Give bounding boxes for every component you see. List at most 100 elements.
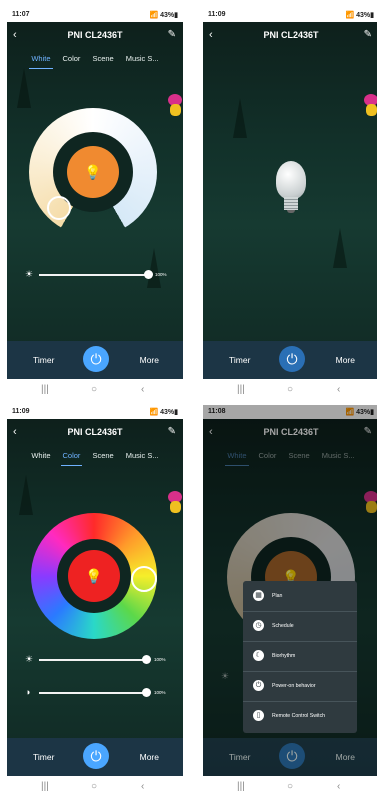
menu-item-power-on-behavior[interactable]: ⏻ Power-on behavior: [243, 671, 357, 702]
system-nav-bar: ||| ○ ‹: [7, 776, 183, 799]
power-icon[interactable]: ⏻: [279, 346, 305, 372]
more-menu: ▦ Plan ◷ Schedule ☾ Biorhythm ⏻ Power-on…: [243, 581, 357, 733]
power-on-icon: ⏻: [253, 680, 264, 691]
mascot-icon[interactable]: [361, 94, 377, 116]
more-button[interactable]: More: [140, 752, 159, 762]
timer-button[interactable]: Timer: [229, 752, 250, 762]
chevron-left-icon[interactable]: ‹: [13, 421, 17, 443]
mascot-icon[interactable]: [165, 94, 183, 116]
power-icon[interactable]: ⏻: [279, 743, 305, 769]
status-time: 11:09: [208, 11, 226, 18]
brightness-slider[interactable]: [39, 274, 149, 276]
more-button[interactable]: More: [140, 355, 159, 365]
edit-icon[interactable]: ✎: [168, 24, 176, 46]
back-icon[interactable]: ‹: [141, 384, 144, 395]
phone-screen-white: 11:07 📶 43%▮ ‹ PNI CL2436T ✎ White Color…: [7, 8, 183, 402]
brightness-value: 100%: [155, 272, 167, 277]
light-bulb-image: [273, 161, 309, 231]
recent-apps-icon[interactable]: |||: [237, 384, 245, 395]
home-icon[interactable]: ○: [287, 384, 293, 395]
bulb-toggle-center[interactable]: 💡: [67, 146, 119, 198]
brightness-slider-knob[interactable]: [144, 270, 153, 279]
bottom-action-bar: Timer ⏻ More: [7, 341, 183, 379]
phone-screen-bulb: 11:09 📶 43%▮ ‹ PNI CL2436T ✎ Timer ⏻ Mor…: [203, 8, 377, 402]
status-bar: 11:09 📶 43%▮: [7, 405, 183, 419]
tree-shape: [233, 98, 247, 138]
bulb-toggle-center[interactable]: 💡: [68, 550, 120, 602]
menu-item-label: Remote Control Switch: [272, 713, 326, 719]
clock-icon: ◷: [253, 620, 264, 631]
tree-shape: [17, 68, 31, 108]
power-icon[interactable]: ⏻: [83, 743, 109, 769]
recent-apps-icon[interactable]: |||: [237, 781, 245, 792]
system-nav-bar: ||| ○ ‹: [203, 379, 377, 402]
temperature-picker-handle[interactable]: [47, 196, 71, 220]
system-nav-bar: ||| ○ ‹: [7, 379, 183, 402]
back-icon[interactable]: ‹: [337, 384, 340, 395]
power-icon[interactable]: ⏻: [83, 346, 109, 372]
tab-scene[interactable]: Scene: [90, 51, 115, 69]
timer-button[interactable]: Timer: [33, 752, 54, 762]
home-icon[interactable]: ○: [287, 781, 293, 792]
color-picker-handle[interactable]: [131, 566, 157, 592]
tab-color[interactable]: Color: [61, 51, 83, 69]
home-icon[interactable]: ○: [91, 384, 97, 395]
menu-item-remote-control-switch[interactable]: ▯ Remote Control Switch: [243, 701, 357, 731]
chevron-left-icon[interactable]: ‹: [13, 24, 17, 46]
bottom-action-bar: Timer ⏻ More: [7, 738, 183, 776]
sun-icon: ☀: [25, 269, 34, 279]
status-bar: 11:07 📶 43%▮: [7, 8, 183, 22]
recent-apps-icon[interactable]: |||: [41, 781, 49, 792]
status-time: 11:07: [12, 11, 30, 18]
contrast-icon: ◑: [25, 687, 31, 697]
edit-icon[interactable]: ✎: [168, 421, 176, 443]
calendar-icon: ▦: [253, 590, 264, 601]
saturation-slider-knob[interactable]: [142, 688, 151, 697]
device-header: ‹ PNI CL2436T ✎: [7, 421, 183, 443]
status-battery: 📶 43%▮: [345, 12, 374, 19]
tree-shape: [147, 248, 161, 288]
more-button[interactable]: More: [336, 355, 355, 365]
timer-button[interactable]: Timer: [229, 355, 250, 365]
tab-white[interactable]: White: [29, 448, 52, 466]
menu-item-schedule[interactable]: ◷ Schedule: [243, 611, 357, 642]
home-icon[interactable]: ○: [91, 781, 97, 792]
menu-item-biorhythm[interactable]: ☾ Biorhythm: [243, 641, 357, 672]
back-icon[interactable]: ‹: [141, 781, 144, 792]
tab-music[interactable]: Music S...: [124, 448, 161, 466]
timer-button[interactable]: Timer: [33, 355, 54, 365]
status-battery: 📶 43%▮: [149, 409, 178, 416]
tree-shape: [19, 475, 33, 515]
back-icon[interactable]: ‹: [337, 781, 340, 792]
tab-music[interactable]: Music S...: [124, 51, 161, 69]
menu-item-label: Biorhythm: [272, 653, 296, 659]
chevron-left-icon[interactable]: ‹: [209, 24, 213, 46]
edit-icon[interactable]: ✎: [364, 24, 372, 46]
device-header: ‹ PNI CL2436T ✎: [203, 24, 377, 46]
more-button[interactable]: More: [336, 752, 355, 762]
status-bar: 11:09 📶 43%▮: [203, 8, 377, 22]
menu-item-label: Schedule: [272, 623, 294, 629]
phone-screen-color: 11:09 📶 43%▮ ‹ PNI CL2436T ✎ White Color…: [7, 405, 183, 799]
bottom-action-bar: Timer ⏻ More: [203, 341, 377, 379]
mascot-icon[interactable]: [165, 491, 183, 513]
status-time: 11:09: [12, 408, 30, 415]
device-header: ‹ PNI CL2436T ✎: [7, 24, 183, 46]
mode-tabs: White Color Scene Music S...: [7, 51, 183, 69]
biorhythm-icon: ☾: [253, 650, 264, 661]
saturation-slider[interactable]: [39, 692, 149, 694]
tab-color[interactable]: Color: [60, 448, 83, 466]
tab-white[interactable]: White: [29, 51, 53, 69]
device-title: PNI CL2436T: [67, 427, 123, 437]
device-title: PNI CL2436T: [263, 30, 319, 40]
brightness-slider[interactable]: [39, 659, 149, 661]
tree-shape: [333, 228, 347, 268]
remote-icon: ▯: [253, 710, 264, 721]
saturation-value: 100%: [154, 690, 166, 695]
tab-scene[interactable]: Scene: [90, 448, 115, 466]
recent-apps-icon[interactable]: |||: [41, 384, 49, 395]
sun-icon: ☀: [25, 654, 34, 664]
menu-item-plan[interactable]: ▦ Plan: [243, 581, 357, 612]
brightness-slider-knob[interactable]: [142, 655, 151, 664]
menu-item-label: Plan: [272, 593, 283, 599]
